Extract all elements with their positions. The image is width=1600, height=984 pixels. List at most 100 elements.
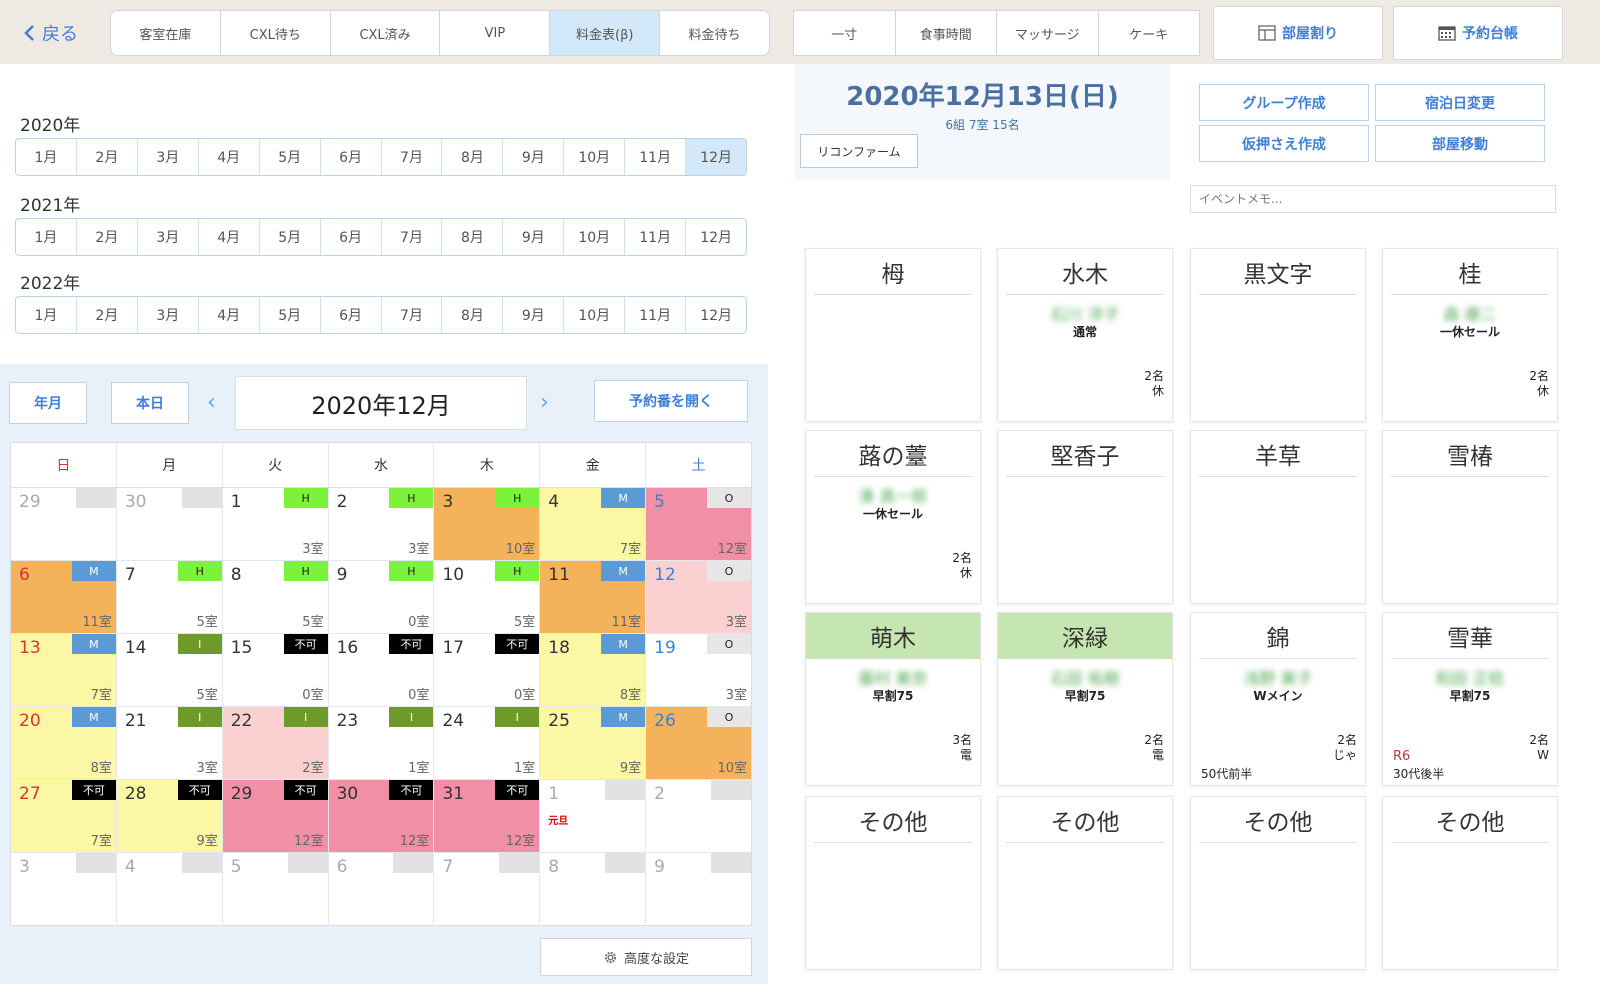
month-button[interactable]: 7月: [382, 297, 443, 333]
calendar-day[interactable]: 29: [11, 488, 117, 560]
room-card[interactable]: 栂: [805, 248, 981, 422]
room-card[interactable]: 蕗の薹湊 真一郎 一休セール 2名休: [805, 430, 981, 604]
status-tab[interactable]: 料金待ち: [660, 11, 769, 55]
status-tab[interactable]: 料金表(β): [550, 11, 661, 55]
year-month-button[interactable]: 年月: [9, 382, 87, 424]
calendar-day[interactable]: 26 O 10室: [646, 707, 752, 779]
calendar-day[interactable]: 19 O 3室: [646, 634, 752, 706]
back-button[interactable]: 戻る: [22, 20, 78, 46]
month-button[interactable]: 10月: [564, 139, 626, 175]
calendar-day[interactable]: 2: [646, 780, 752, 852]
room-card[interactable]: 雪椿: [1382, 430, 1558, 604]
calendar-day[interactable]: 3: [11, 853, 117, 926]
status-tab[interactable]: VIP: [440, 11, 551, 55]
option-tab[interactable]: マッサージ: [997, 11, 1099, 55]
month-button[interactable]: 2月: [77, 219, 138, 255]
open-booking-button[interactable]: 予約番を開く: [594, 380, 748, 422]
calendar-day[interactable]: 7 H 5室: [117, 561, 223, 633]
month-button[interactable]: 6月: [321, 297, 382, 333]
month-button[interactable]: 4月: [199, 297, 260, 333]
calendar-day[interactable]: 28 不可 9室: [116, 780, 223, 852]
month-button[interactable]: 12月: [686, 297, 746, 333]
room-card[interactable]: 羊草: [1190, 430, 1366, 604]
calendar-day[interactable]: 5: [223, 853, 329, 926]
month-button[interactable]: 6月: [321, 139, 382, 175]
advanced-settings-button[interactable]: 高度な設定: [540, 938, 752, 976]
room-card[interactable]: その他: [1382, 796, 1558, 970]
calendar-day[interactable]: 23 I 1室: [329, 707, 435, 779]
calendar-day[interactable]: 15 不可 0室: [223, 634, 329, 706]
event-memo-input[interactable]: [1190, 185, 1556, 213]
reconfirm-button[interactable]: リコンファーム: [800, 134, 918, 168]
room-card[interactable]: 桂森 康二 一休セール 2名休: [1382, 248, 1558, 422]
move-room-button[interactable]: 部屋移動: [1375, 125, 1545, 162]
month-button[interactable]: 9月: [503, 219, 565, 255]
calendar-day[interactable]: 12 O 3室: [646, 561, 752, 633]
month-button[interactable]: 11月: [625, 139, 687, 175]
calendar-day[interactable]: 22 I 2室: [222, 707, 329, 779]
month-button[interactable]: 5月: [260, 219, 321, 255]
calendar-day[interactable]: 27 不可 7室: [11, 780, 117, 852]
calendar-day[interactable]: 11 M 11室: [540, 561, 647, 633]
ledger-button[interactable]: 予約台帳: [1393, 6, 1563, 60]
calendar-day[interactable]: 8: [540, 853, 647, 926]
calendar-day[interactable]: 18 M 8室: [540, 634, 647, 706]
room-card[interactable]: 錦浅野 美子 Wメイン 2名 じゃ 50代前半: [1190, 612, 1366, 786]
room-assign-button[interactable]: 部屋割り: [1213, 6, 1383, 60]
month-button[interactable]: 11月: [625, 219, 687, 255]
room-card[interactable]: 黒文字: [1190, 248, 1366, 422]
calendar-day[interactable]: 1 元旦: [540, 780, 647, 852]
month-button[interactable]: 1月: [16, 297, 77, 333]
prev-month-icon[interactable]: ‹: [207, 390, 216, 415]
option-tab[interactable]: 一寸: [794, 11, 896, 55]
room-card[interactable]: その他: [805, 796, 981, 970]
calendar-day[interactable]: 24 I 1室: [434, 707, 541, 779]
next-month-icon[interactable]: ›: [540, 390, 549, 415]
calendar-day[interactable]: 20 M 8室: [11, 707, 117, 779]
month-button[interactable]: 3月: [138, 139, 199, 175]
calendar-day[interactable]: 2 H 3室: [329, 488, 435, 560]
month-button[interactable]: 10月: [564, 219, 626, 255]
calendar-day[interactable]: 5 O 12室: [646, 488, 752, 560]
option-tab[interactable]: 食事時間: [896, 11, 997, 55]
calendar-day[interactable]: 9: [646, 853, 752, 926]
room-card[interactable]: 雪華 和田 正稔 早割75 2名 W R6 30代後半: [1382, 612, 1558, 786]
option-tab[interactable]: ケーキ: [1099, 11, 1200, 55]
month-button[interactable]: 1月: [16, 219, 77, 255]
month-button[interactable]: 1月: [16, 139, 77, 175]
month-button[interactable]: 5月: [260, 139, 321, 175]
calendar-day[interactable]: 6: [329, 853, 435, 926]
month-button[interactable]: 3月: [138, 219, 199, 255]
month-button[interactable]: 2月: [77, 297, 138, 333]
month-button[interactable]: 2月: [77, 139, 138, 175]
calendar-day[interactable]: 4 M 7室: [540, 488, 647, 560]
calendar-day[interactable]: 31 不可 12室: [434, 780, 541, 852]
calendar-day[interactable]: 25 M 9室: [540, 707, 647, 779]
month-button[interactable]: 6月: [321, 219, 382, 255]
month-button[interactable]: 8月: [442, 297, 504, 333]
month-button[interactable]: 4月: [199, 219, 260, 255]
room-card[interactable]: その他: [1190, 796, 1366, 970]
room-card[interactable]: 堅香子: [997, 430, 1173, 604]
room-card[interactable]: 水木 石川 洋子 通常 2名休: [997, 248, 1173, 422]
create-group-button[interactable]: グループ作成: [1199, 84, 1369, 121]
room-card[interactable]: 深緑 石田 祐樹 早割75 2名電: [997, 612, 1173, 786]
month-button[interactable]: 10月: [564, 297, 626, 333]
calendar-day[interactable]: 6 M 11室: [11, 561, 117, 633]
month-button[interactable]: 7月: [382, 219, 443, 255]
calendar-day[interactable]: 14 I 5室: [117, 634, 223, 706]
status-tab[interactable]: CXL待ち: [221, 11, 331, 55]
calendar-day[interactable]: 7: [434, 853, 541, 926]
calendar-day[interactable]: 3 H 10室: [434, 488, 541, 560]
month-button[interactable]: 7月: [382, 139, 443, 175]
calendar-day[interactable]: 8 H 5室: [223, 561, 329, 633]
calendar-day[interactable]: 9 H 0室: [329, 561, 435, 633]
status-tab[interactable]: 客室在庫: [111, 11, 221, 55]
calendar-day[interactable]: 29 不可 12室: [222, 780, 329, 852]
room-card[interactable]: その他: [997, 796, 1173, 970]
room-card[interactable]: 萌木 藤村 美奈 早割75 3名電: [805, 612, 981, 786]
calendar-day[interactable]: 10 H 5室: [434, 561, 541, 633]
calendar-day[interactable]: 30 不可 12室: [328, 780, 435, 852]
month-button[interactable]: 9月: [503, 139, 565, 175]
month-button[interactable]: 4月: [199, 139, 260, 175]
